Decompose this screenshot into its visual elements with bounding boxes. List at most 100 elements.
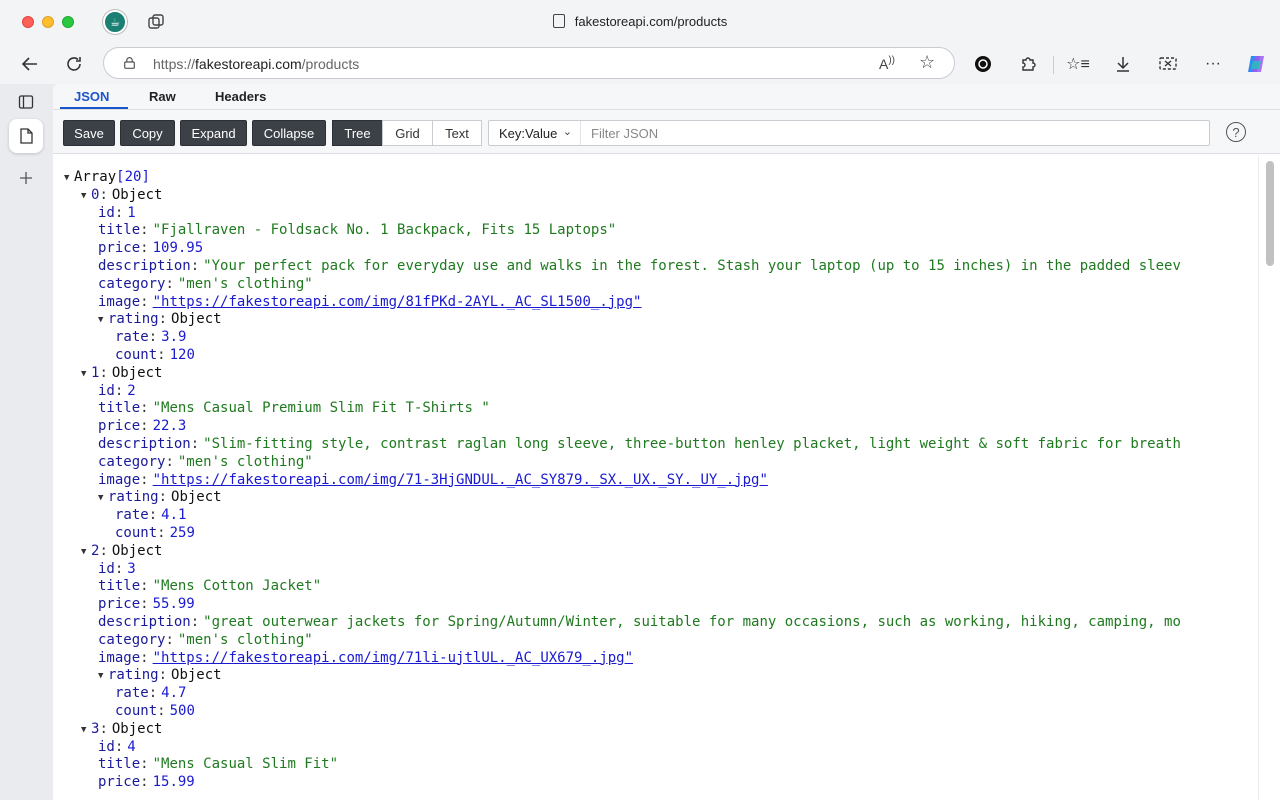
value-price: 55.99 (152, 596, 195, 613)
field-description: description: "great outerwear jackets for… (98, 613, 1181, 631)
value-title: "Mens Casual Slim Fit" (152, 756, 339, 773)
back-button[interactable] (17, 51, 43, 77)
field-rating[interactable]: ▼ rating: Object (98, 310, 222, 328)
tab-actions-icon[interactable] (9, 85, 43, 119)
filter-mode-select[interactable]: Key:Value ⌄ (489, 121, 581, 145)
value-count: 500 (169, 703, 195, 719)
value-id: 4 (127, 738, 136, 755)
value-rate: 4.1 (161, 507, 187, 524)
expand-toggle-icon[interactable]: ▼ (81, 543, 91, 561)
value-price: 109.95 (152, 240, 204, 257)
chevron-down-icon: ⌄ (562, 126, 572, 138)
new-tab-plus-icon[interactable] (9, 161, 43, 195)
colon: : (165, 453, 174, 470)
value-category: "men's clothing" (177, 453, 313, 470)
colon: : (158, 667, 168, 684)
value-image[interactable]: "https://fakestoreapi.com/img/71li-ujtlU… (153, 650, 633, 666)
expand-button[interactable]: Expand (180, 120, 247, 146)
colon: : (140, 471, 149, 488)
colon: : (140, 596, 149, 613)
address-bar[interactable]: https://fakestoreapi.com/products A)) ☆ (103, 47, 955, 79)
expand-toggle-icon[interactable]: ▼ (64, 169, 74, 187)
object-type: Object (111, 186, 163, 203)
key-count: count (115, 347, 158, 363)
colon: : (114, 382, 124, 399)
array-item[interactable]: ▼ 1: Object (81, 364, 162, 382)
extensions-puzzle-icon[interactable] (1017, 53, 1039, 75)
tree-view-button[interactable]: Tree (332, 120, 383, 146)
tab-title[interactable]: fakestoreapi.com/products (0, 14, 1280, 29)
expand-toggle-icon[interactable]: ▼ (81, 365, 91, 383)
field-category: category: "men's clothing" (98, 631, 313, 649)
colon: : (157, 703, 166, 719)
downloads-icon[interactable] (1112, 53, 1134, 75)
colon: : (140, 400, 149, 417)
value-description: "great outerwear jackets for Spring/Autu… (203, 614, 1181, 630)
field-count: count: 500 (115, 702, 195, 720)
key-rate: rate (115, 329, 149, 346)
grid-view-button[interactable]: Grid (382, 120, 433, 146)
copilot-icon[interactable] (1245, 53, 1267, 75)
value-image[interactable]: "https://fakestoreapi.com/img/81fPKd-2AY… (153, 294, 642, 310)
scrollbar-thumb[interactable] (1266, 161, 1274, 266)
array-item[interactable]: ▼ 0: Object (81, 186, 162, 204)
colon: : (165, 275, 174, 292)
field-id: id: 1 (98, 204, 136, 222)
value-image[interactable]: "https://fakestoreapi.com/img/71-3HjGNDU… (153, 472, 768, 488)
field-rating[interactable]: ▼ rating: Object (98, 488, 222, 506)
key-description: description (98, 614, 191, 630)
colon: : (140, 293, 149, 310)
tab-raw[interactable]: Raw (149, 89, 176, 104)
field-rate: rate: 3.9 (115, 328, 186, 346)
object-type: Object (171, 667, 222, 684)
array-item[interactable]: ▼ 2: Object (81, 542, 162, 560)
more-options-icon[interactable]: ··· (1202, 53, 1224, 75)
favorites-icon[interactable]: ☆≡ (1066, 53, 1090, 75)
colon: : (140, 756, 149, 773)
field-category: category: "men's clothing" (98, 275, 313, 293)
expand-toggle-icon[interactable]: ▼ (98, 667, 108, 685)
value-title: "Mens Casual Premium Slim Fit T-Shirts " (152, 400, 490, 417)
collapse-button[interactable]: Collapse (252, 120, 326, 146)
url-text[interactable]: https://fakestoreapi.com/products (153, 56, 359, 72)
colon: : (190, 614, 200, 630)
read-aloud-icon[interactable]: A)) (879, 55, 895, 72)
colon: : (190, 258, 200, 274)
filter-box: Key:Value ⌄ Filter JSON (488, 120, 1210, 146)
expand-toggle-icon[interactable]: ▼ (98, 311, 108, 329)
root-type: Array (74, 169, 117, 185)
key-rating: rating (108, 667, 159, 684)
filter-json-input[interactable]: Filter JSON (591, 126, 658, 141)
extension-shield-icon[interactable] (972, 53, 994, 75)
root-count: [20] (116, 169, 150, 185)
tab-headers[interactable]: Headers (215, 89, 266, 104)
key-id: id (98, 204, 115, 221)
field-image: image: "https://fakestoreapi.com/img/71li… (98, 649, 633, 667)
colon: : (99, 542, 108, 559)
key-title: title (98, 400, 141, 417)
text-view-button[interactable]: Text (432, 120, 482, 146)
vertical-scrollbar[interactable] (1258, 155, 1280, 800)
key-id: id (98, 738, 115, 755)
copy-button[interactable]: Copy (120, 120, 175, 146)
page-icon (20, 128, 33, 144)
colon: : (140, 649, 149, 666)
field-rating[interactable]: ▼ rating: Object (98, 666, 222, 684)
key-rating: rating (108, 311, 159, 328)
expand-toggle-icon[interactable]: ▼ (81, 721, 91, 739)
array-item[interactable]: ▼ 3: Object (81, 720, 162, 738)
expand-toggle-icon[interactable]: ▼ (98, 489, 108, 507)
viewer-tabs: JSON Raw Headers (53, 84, 1280, 110)
screenshot-icon[interactable] (1157, 53, 1179, 75)
object-type: Object (111, 720, 163, 737)
expand-toggle-icon[interactable]: ▼ (81, 187, 91, 205)
favorite-star-icon[interactable]: ☆ (919, 52, 935, 73)
value-count: 120 (169, 347, 195, 363)
help-icon[interactable]: ? (1226, 122, 1246, 142)
sidebar-item-active-tab[interactable] (9, 119, 43, 153)
field-description: description: "Your perfect pack for every… (98, 257, 1181, 275)
tree-root[interactable]: ▼ Array[20] (64, 168, 150, 186)
refresh-button[interactable] (61, 51, 87, 77)
save-button[interactable]: Save (63, 120, 115, 146)
tab-json[interactable]: JSON (74, 89, 109, 104)
